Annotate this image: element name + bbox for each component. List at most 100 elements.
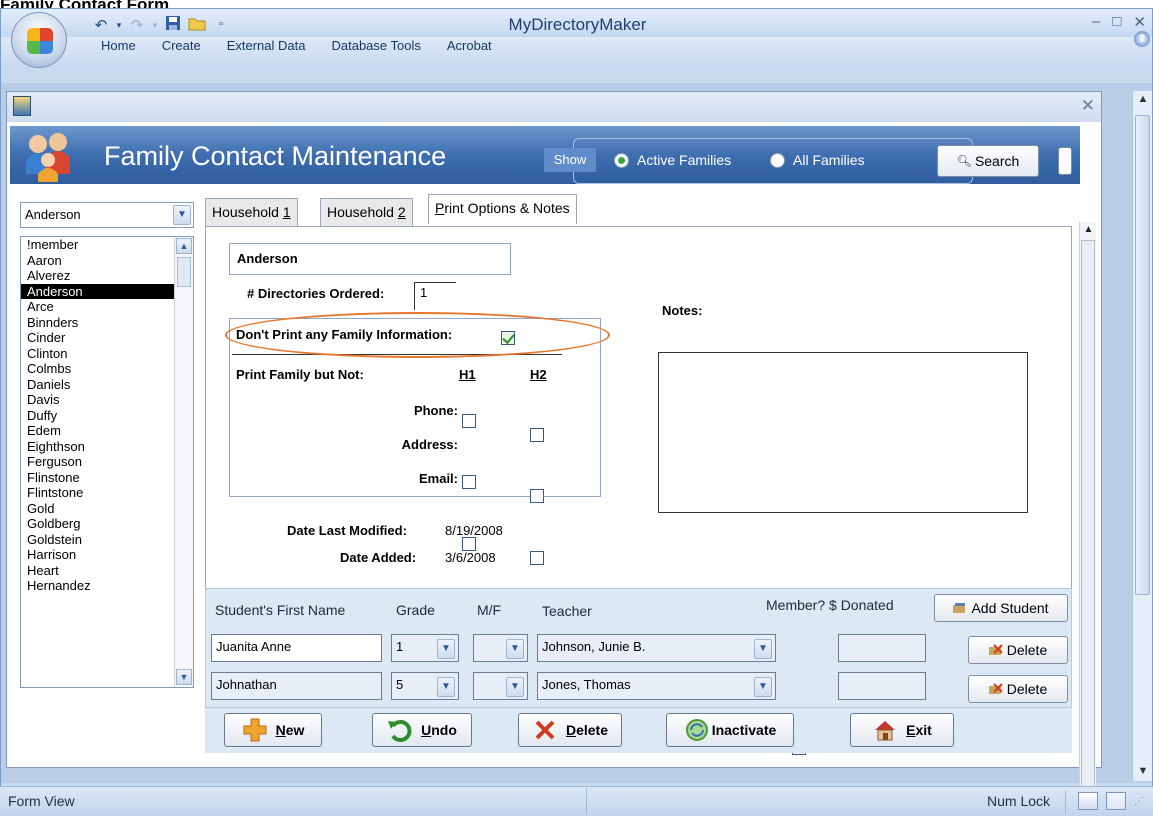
family-list-item[interactable]: Colmbs bbox=[21, 361, 193, 377]
family-list-item[interactable]: Aaron bbox=[21, 253, 193, 269]
family-list-item[interactable]: Anderson bbox=[21, 283, 193, 299]
minimize-icon[interactable]: – bbox=[1092, 13, 1100, 31]
directories-ordered-input[interactable]: 1 bbox=[414, 282, 456, 310]
teacher-select[interactable]: Jones, Thomas ▼ bbox=[537, 672, 776, 700]
tab-household-1[interactable]: Household 1 bbox=[205, 198, 298, 226]
family-list[interactable]: !member Aaron Alverez Anderson Arce Binnders C… bbox=[20, 236, 194, 688]
family-list-item[interactable]: !member bbox=[21, 237, 193, 253]
ribbon-tab-home[interactable]: Home bbox=[101, 38, 136, 53]
customize-toolbar-icon[interactable]: ⁼ bbox=[211, 19, 231, 32]
family-list-item[interactable]: Duffy bbox=[21, 408, 193, 424]
partial-button[interactable] bbox=[1058, 147, 1072, 175]
grade-select[interactable]: 1 ▼ bbox=[391, 634, 459, 662]
family-list-item[interactable]: Alverez bbox=[21, 268, 193, 284]
phone-h2-checkbox[interactable] bbox=[530, 428, 544, 442]
scroll-down-icon[interactable]: ▼ bbox=[176, 669, 192, 685]
family-list-item[interactable]: Goldstein bbox=[21, 532, 193, 548]
maximize-icon[interactable]: □ bbox=[1112, 13, 1121, 31]
family-list-item[interactable]: Edem bbox=[21, 423, 193, 439]
inactivate-button[interactable]: Inactivate bbox=[666, 713, 794, 747]
open-folder-icon[interactable] bbox=[187, 15, 207, 35]
ribbon-tab-create[interactable]: Create bbox=[162, 38, 201, 53]
family-list-item[interactable]: Eighthson bbox=[21, 439, 193, 455]
delete-student-button[interactable]: Delete bbox=[968, 675, 1068, 703]
undo-button[interactable]: Undo bbox=[372, 713, 472, 747]
dropdown-icon[interactable]: ▾ bbox=[151, 20, 159, 31]
phone-h1-checkbox[interactable] bbox=[462, 414, 476, 428]
family-list-item[interactable]: Arce bbox=[21, 299, 193, 315]
office-button[interactable] bbox=[11, 12, 67, 68]
chevron-down-icon[interactable]: ▼ bbox=[754, 677, 772, 697]
new-button[interactable]: New bbox=[224, 713, 322, 747]
form-view-icon[interactable] bbox=[1078, 792, 1098, 810]
family-list-item[interactable]: Cinder bbox=[21, 330, 193, 346]
mf-select[interactable]: ▼ bbox=[473, 634, 528, 662]
mf-select[interactable]: ▼ bbox=[473, 672, 528, 700]
family-list-item[interactable]: Ferguson bbox=[21, 454, 193, 470]
grade-select[interactable]: 5 ▼ bbox=[391, 672, 459, 700]
family-list-item[interactable]: Clinton bbox=[21, 346, 193, 362]
family-list-item[interactable]: Daniels bbox=[21, 377, 193, 393]
form-vertical-scrollbar[interactable]: ▲ ▼ bbox=[1079, 222, 1096, 816]
delete-button[interactable]: Delete bbox=[518, 713, 622, 747]
address-h2-checkbox[interactable] bbox=[530, 489, 544, 503]
undo-icon[interactable]: ↶ bbox=[91, 16, 111, 34]
family-list-item[interactable]: Harrison bbox=[21, 547, 193, 563]
scroll-up-icon[interactable]: ▲ bbox=[1133, 93, 1153, 105]
redo-icon[interactable]: ↷ bbox=[127, 16, 147, 34]
ribbon-tab-external-data[interactable]: External Data bbox=[227, 38, 306, 53]
app-vertical-scrollbar[interactable]: ▲ ▼ bbox=[1132, 91, 1152, 781]
design-view-icon[interactable] bbox=[1106, 792, 1126, 810]
scroll-thumb[interactable] bbox=[1081, 240, 1095, 810]
family-list-item[interactable]: Hernandez bbox=[21, 578, 193, 594]
scroll-down-icon[interactable]: ▼ bbox=[1133, 765, 1153, 777]
family-list-item[interactable]: Flintstone bbox=[21, 485, 193, 501]
family-list-item[interactable]: Binnders bbox=[21, 315, 193, 331]
resize-grip-icon[interactable]: ⋰ bbox=[1134, 796, 1144, 807]
family-combo-box[interactable]: Anderson ▼ bbox=[20, 202, 194, 228]
scroll-up-icon[interactable]: ▲ bbox=[176, 238, 192, 254]
search-button[interactable]: 🔍︎ Search bbox=[937, 145, 1039, 177]
scroll-thumb[interactable] bbox=[177, 257, 191, 287]
chevron-down-icon[interactable]: ▼ bbox=[437, 639, 455, 659]
chevron-down-icon[interactable]: ▼ bbox=[437, 677, 455, 697]
h2-column-header: H2 bbox=[530, 367, 547, 382]
address-h1-checkbox[interactable] bbox=[462, 475, 476, 489]
ribbon-tab-acrobat[interactable]: Acrobat bbox=[447, 38, 492, 53]
help-icon[interactable]: ? bbox=[1134, 31, 1150, 47]
chevron-down-icon[interactable]: ▼ bbox=[506, 639, 524, 659]
exit-button[interactable]: Exit bbox=[850, 713, 954, 747]
family-list-item[interactable]: Gold bbox=[21, 501, 193, 517]
teacher-select[interactable]: Johnson, Junie B. ▼ bbox=[537, 634, 776, 662]
scroll-thumb[interactable] bbox=[1135, 115, 1150, 595]
dropdown-icon[interactable]: ▾ bbox=[115, 20, 123, 31]
chevron-down-icon[interactable]: ▼ bbox=[506, 677, 524, 697]
ribbon-tab-database-tools[interactable]: Database Tools bbox=[331, 38, 420, 53]
tab-accelerator: P bbox=[435, 200, 445, 216]
notes-textarea[interactable] bbox=[658, 352, 1028, 513]
family-list-item[interactable]: Flinstone bbox=[21, 470, 193, 486]
scroll-up-icon[interactable]: ▲ bbox=[1080, 224, 1097, 235]
family-list-item[interactable]: Heart bbox=[21, 563, 193, 579]
family-list-scrollbar[interactable]: ▲ ▼ bbox=[174, 237, 193, 687]
binoculars-icon: 🔍︎ bbox=[956, 154, 972, 168]
radio-all-families[interactable]: All Families bbox=[770, 152, 865, 168]
donated-input[interactable] bbox=[838, 672, 926, 700]
student-name-input[interactable]: Johnathan bbox=[211, 672, 382, 700]
student-name-input[interactable]: Juanita Anne bbox=[211, 634, 382, 662]
delete-student-button[interactable]: Delete bbox=[968, 636, 1068, 664]
tab-print-options-notes[interactable]: Print Options & Notes bbox=[428, 194, 577, 224]
radio-active-families[interactable]: Active Families bbox=[614, 152, 731, 168]
tab-household-2[interactable]: Household 2 bbox=[320, 198, 413, 226]
add-student-button[interactable]: Add Student bbox=[934, 594, 1068, 622]
chevron-down-icon[interactable]: ▼ bbox=[173, 205, 191, 225]
family-list-item[interactable]: Goldberg bbox=[21, 516, 193, 532]
donated-input[interactable] bbox=[838, 634, 926, 662]
close-icon[interactable]: ✕ bbox=[1133, 13, 1146, 31]
close-icon[interactable]: ✕ bbox=[1081, 96, 1095, 116]
family-list-item[interactable]: Davis bbox=[21, 392, 193, 408]
email-h2-checkbox[interactable] bbox=[530, 551, 544, 565]
save-icon[interactable] bbox=[163, 15, 183, 35]
email-h1-checkbox[interactable] bbox=[462, 537, 476, 551]
chevron-down-icon[interactable]: ▼ bbox=[754, 639, 772, 659]
